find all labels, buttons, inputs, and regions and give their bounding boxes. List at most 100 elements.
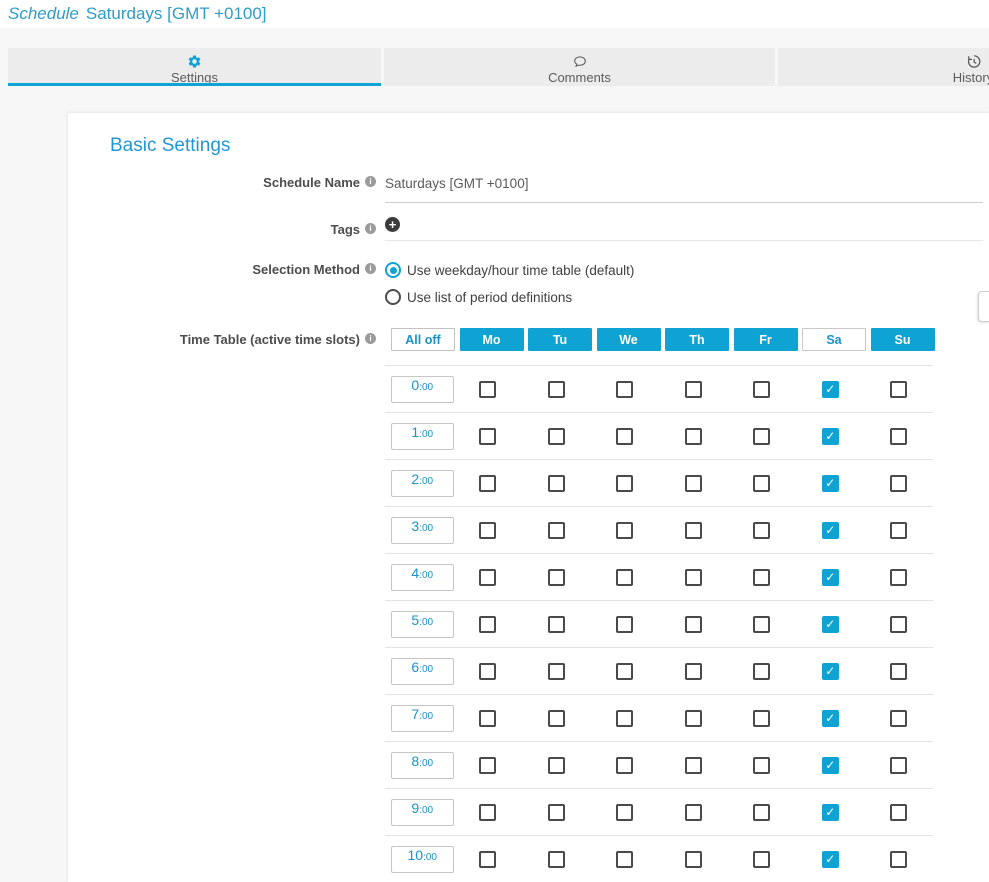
info-icon[interactable]: i: [365, 263, 376, 274]
slot-checkbox-mo-10:00[interactable]: [479, 851, 496, 868]
slot-checkbox-tu-6:00[interactable]: [548, 663, 565, 680]
slot-checkbox-fr-1:00[interactable]: [753, 428, 770, 445]
slot-checkbox-tu-9:00[interactable]: [548, 804, 565, 821]
slot-checkbox-th-2:00[interactable]: [685, 475, 702, 492]
slot-checkbox-su-1:00[interactable]: [890, 428, 907, 445]
slot-checkbox-th-0:00[interactable]: [685, 381, 702, 398]
slot-checkbox-we-0:00[interactable]: [616, 381, 633, 398]
slot-checkbox-mo-4:00[interactable]: [479, 569, 496, 586]
tab-comments[interactable]: Comments: [384, 48, 775, 86]
slot-checkbox-mo-6:00[interactable]: [479, 663, 496, 680]
slot-checkbox-mo-8:00[interactable]: [479, 757, 496, 774]
slot-checkbox-fr-10:00[interactable]: [753, 851, 770, 868]
slot-checkbox-fr-6:00[interactable]: [753, 663, 770, 680]
hour-toggle-7:00[interactable]: 7:00: [391, 705, 454, 732]
slot-checkbox-mo-3:00[interactable]: [479, 522, 496, 539]
slot-checkbox-fr-8:00[interactable]: [753, 757, 770, 774]
slot-checkbox-we-9:00[interactable]: [616, 804, 633, 821]
slot-checkbox-mo-9:00[interactable]: [479, 804, 496, 821]
slot-checkbox-su-10:00[interactable]: [890, 851, 907, 868]
slot-checkbox-fr-0:00[interactable]: [753, 381, 770, 398]
slot-checkbox-we-8:00[interactable]: [616, 757, 633, 774]
slot-checkbox-th-7:00[interactable]: [685, 710, 702, 727]
slot-checkbox-sa-4:00[interactable]: ✓: [822, 569, 839, 586]
slot-checkbox-tu-7:00[interactable]: [548, 710, 565, 727]
hour-toggle-10:00[interactable]: 10:00: [391, 846, 454, 873]
flyout-handle[interactable]: [978, 291, 989, 322]
slot-checkbox-su-9:00[interactable]: [890, 804, 907, 821]
hour-toggle-3:00[interactable]: 3:00: [391, 517, 454, 544]
hour-toggle-6:00[interactable]: 6:00: [391, 658, 454, 685]
slot-checkbox-sa-1:00[interactable]: ✓: [822, 428, 839, 445]
slot-checkbox-mo-0:00[interactable]: [479, 381, 496, 398]
slot-checkbox-tu-5:00[interactable]: [548, 616, 565, 633]
slot-checkbox-th-6:00[interactable]: [685, 663, 702, 680]
day-toggle-th[interactable]: Th: [665, 328, 729, 351]
slot-checkbox-su-7:00[interactable]: [890, 710, 907, 727]
day-toggle-su[interactable]: Su: [871, 328, 935, 351]
slot-checkbox-su-8:00[interactable]: [890, 757, 907, 774]
day-toggle-mo[interactable]: Mo: [460, 328, 524, 351]
slot-checkbox-su-5:00[interactable]: [890, 616, 907, 633]
slot-checkbox-th-10:00[interactable]: [685, 851, 702, 868]
slot-checkbox-sa-0:00[interactable]: ✓: [822, 381, 839, 398]
slot-checkbox-mo-7:00[interactable]: [479, 710, 496, 727]
slot-checkbox-su-2:00[interactable]: [890, 475, 907, 492]
slot-checkbox-fr-2:00[interactable]: [753, 475, 770, 492]
slot-checkbox-we-3:00[interactable]: [616, 522, 633, 539]
slot-checkbox-sa-9:00[interactable]: ✓: [822, 804, 839, 821]
slot-checkbox-tu-2:00[interactable]: [548, 475, 565, 492]
day-toggle-sa[interactable]: Sa: [802, 328, 866, 351]
slot-checkbox-fr-4:00[interactable]: [753, 569, 770, 586]
slot-checkbox-tu-3:00[interactable]: [548, 522, 565, 539]
radio-period-definitions[interactable]: [385, 289, 401, 305]
slot-checkbox-we-5:00[interactable]: [616, 616, 633, 633]
slot-checkbox-fr-3:00[interactable]: [753, 522, 770, 539]
slot-checkbox-tu-1:00[interactable]: [548, 428, 565, 445]
hour-toggle-9:00[interactable]: 9:00: [391, 799, 454, 826]
slot-checkbox-tu-0:00[interactable]: [548, 381, 565, 398]
slot-checkbox-th-1:00[interactable]: [685, 428, 702, 445]
slot-checkbox-mo-2:00[interactable]: [479, 475, 496, 492]
tab-history[interactable]: History: [778, 48, 989, 86]
hour-toggle-2:00[interactable]: 2:00: [391, 470, 454, 497]
slot-checkbox-sa-3:00[interactable]: ✓: [822, 522, 839, 539]
slot-checkbox-su-6:00[interactable]: [890, 663, 907, 680]
slot-checkbox-fr-9:00[interactable]: [753, 804, 770, 821]
day-toggle-fr[interactable]: Fr: [734, 328, 798, 351]
slot-checkbox-we-2:00[interactable]: [616, 475, 633, 492]
slot-checkbox-sa-5:00[interactable]: ✓: [822, 616, 839, 633]
slot-checkbox-th-9:00[interactable]: [685, 804, 702, 821]
hour-toggle-8:00[interactable]: 8:00: [391, 752, 454, 779]
slot-checkbox-mo-5:00[interactable]: [479, 616, 496, 633]
slot-checkbox-th-4:00[interactable]: [685, 569, 702, 586]
slot-checkbox-mo-1:00[interactable]: [479, 428, 496, 445]
info-icon[interactable]: i: [365, 176, 376, 187]
slot-checkbox-we-6:00[interactable]: [616, 663, 633, 680]
hour-toggle-4:00[interactable]: 4:00: [391, 564, 454, 591]
day-toggle-tu[interactable]: Tu: [528, 328, 592, 351]
info-icon[interactable]: i: [365, 223, 376, 234]
slot-checkbox-we-1:00[interactable]: [616, 428, 633, 445]
hour-toggle-0:00[interactable]: 0:00: [391, 376, 454, 403]
slot-checkbox-sa-7:00[interactable]: ✓: [822, 710, 839, 727]
hour-toggle-1:00[interactable]: 1:00: [391, 423, 454, 450]
slot-checkbox-su-0:00[interactable]: [890, 381, 907, 398]
slot-checkbox-sa-6:00[interactable]: ✓: [822, 663, 839, 680]
slot-checkbox-we-4:00[interactable]: [616, 569, 633, 586]
schedule-name-input[interactable]: [385, 176, 983, 203]
slot-checkbox-sa-10:00[interactable]: ✓: [822, 851, 839, 868]
day-toggle-we[interactable]: We: [597, 328, 661, 351]
slot-checkbox-tu-10:00[interactable]: [548, 851, 565, 868]
slot-checkbox-th-8:00[interactable]: [685, 757, 702, 774]
info-icon[interactable]: i: [365, 333, 376, 344]
slot-checkbox-th-5:00[interactable]: [685, 616, 702, 633]
slot-checkbox-we-7:00[interactable]: [616, 710, 633, 727]
hour-toggle-5:00[interactable]: 5:00: [391, 611, 454, 638]
slot-checkbox-sa-2:00[interactable]: ✓: [822, 475, 839, 492]
radio-weekday-timetable[interactable]: [385, 262, 401, 278]
tab-settings[interactable]: Settings: [8, 48, 381, 86]
all-off-button[interactable]: All off: [391, 328, 455, 351]
slot-checkbox-fr-7:00[interactable]: [753, 710, 770, 727]
slot-checkbox-su-3:00[interactable]: [890, 522, 907, 539]
